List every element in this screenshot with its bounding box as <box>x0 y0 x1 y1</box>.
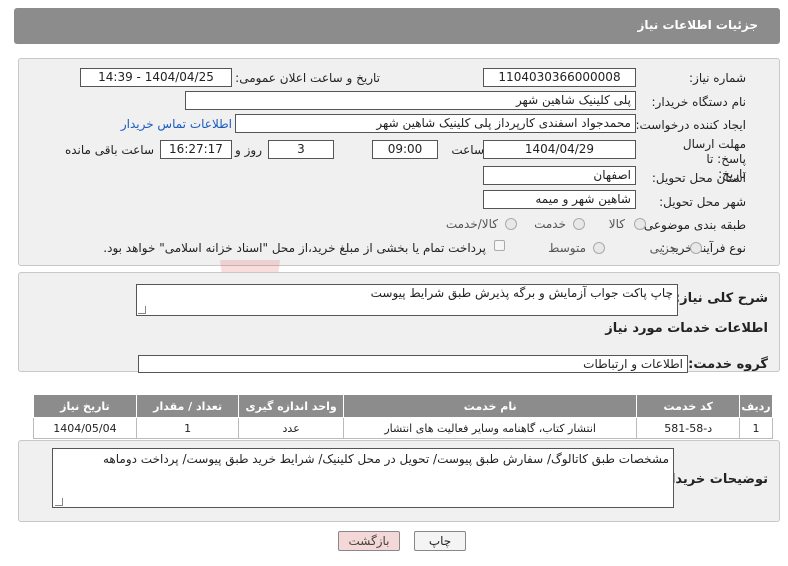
cell-unit: عدد <box>238 417 344 439</box>
creator-field[interactable]: محمدجواد اسفندی کارپرداز پلی کلینیک شاهی… <box>235 114 636 133</box>
buyer-org-label: نام دستگاه خریدار: <box>651 95 747 109</box>
treasury-payment-note: پرداخت تمام یا بخشی از مبلغ خرید،از محل … <box>103 241 486 255</box>
table-header-row: ردیف کد خدمت نام خدمت واحد اندازه گیری ت… <box>33 394 773 418</box>
category-radio-goods-service[interactable] <box>505 218 517 230</box>
announce-label: تاریخ و ساعت اعلان عمومی: <box>235 71 380 85</box>
need-number-label: شماره نیاز: <box>689 71 746 85</box>
col-unit: واحد اندازه گیری <box>238 394 344 418</box>
page-title: جزئیات اطلاعات نیاز <box>637 18 758 32</box>
col-service-name: نام خدمت <box>342 394 638 418</box>
category-radio-service[interactable] <box>573 218 585 230</box>
col-need-date: تاریخ نیاز <box>33 394 137 418</box>
remaining-label: ساعت باقی مانده <box>64 143 154 157</box>
process-radio-medium[interactable] <box>593 242 605 254</box>
col-service-code: کد خدمت <box>636 394 741 418</box>
process-medium-label: متوسط <box>548 241 586 255</box>
category-label: طبقه بندی موضوعی: <box>639 218 746 232</box>
category-service-label: خدمت <box>534 217 566 231</box>
buyer-notes-resize-grip[interactable] <box>55 498 63 506</box>
process-minor-label: جزیی <box>649 241 677 255</box>
cell-service-code: د-58-581 <box>636 417 741 439</box>
city-label: شهر محل تحویل: <box>659 195 746 209</box>
buyer-notes-textarea[interactable]: مشخصات طبق کاتالوگ/ سفارش طبق پیوست/ تحو… <box>52 448 674 508</box>
process-radio-minor[interactable] <box>690 242 702 254</box>
announce-datetime-field[interactable]: 1404/04/25 - 14:39 <box>80 68 232 87</box>
service-group-label: گروه خدمت: <box>688 357 768 372</box>
remaining-time-field[interactable]: 16:27:17 <box>160 140 232 159</box>
header-bar: جزئیات اطلاعات نیاز <box>14 8 780 44</box>
province-field[interactable]: اصفهان <box>483 166 636 185</box>
cell-need-date: 1404/05/04 <box>33 417 137 439</box>
table-row[interactable]: 1 د-58-581 انتشار کتاب، گاهنامه وسایر فع… <box>33 417 773 439</box>
print-button[interactable]: چاپ <box>414 531 466 551</box>
creator-label: ایجاد کننده درخواست: <box>635 118 746 132</box>
col-quantity: تعداد / مقدار <box>135 394 240 418</box>
need-number-field[interactable]: 1104030366000008 <box>483 68 636 87</box>
back-button[interactable]: بازگشت <box>338 531 400 551</box>
deadline-time-label: ساعت <box>451 143 484 157</box>
services-table: ردیف کد خدمت نام خدمت واحد اندازه گیری ت… <box>33 394 773 439</box>
summary-resize-grip[interactable] <box>138 306 146 314</box>
cell-quantity: 1 <box>135 417 240 439</box>
deadline-date-field[interactable]: 1404/04/29 <box>483 140 636 159</box>
category-goods-label: کالا <box>608 217 625 231</box>
province-label: استان محل تحویل: <box>651 171 746 185</box>
buyer-org-field[interactable]: پلی کلینیک شاهین شهر <box>185 91 636 110</box>
buyer-notes-label: توضیحات خریدار: <box>658 472 768 487</box>
deadline-time-field[interactable]: 09:00 <box>372 140 438 159</box>
service-group-field[interactable]: اطلاعات و ارتباطات <box>138 355 688 373</box>
remaining-days-field[interactable]: 3 <box>268 140 334 159</box>
services-section-title: اطلاعات خدمات مورد نیاز <box>605 321 768 336</box>
col-row-number: ردیف <box>739 394 773 418</box>
days-label: روز و <box>235 143 262 157</box>
category-goods-service-label: کالا/خدمت <box>445 217 498 231</box>
cell-row-number: 1 <box>739 417 773 439</box>
city-field[interactable]: شاهین شهر و میمه <box>483 190 636 209</box>
treasury-payment-checkbox[interactable] <box>494 240 505 251</box>
need-info-panel <box>18 58 780 266</box>
buyer-contact-link[interactable]: اطلاعات تماس خریدار <box>121 117 232 131</box>
summary-textarea[interactable]: چاپ پاکت جواب آزمایش و برگه پذیرش طبق شر… <box>136 284 678 316</box>
cell-service-name: انتشار کتاب، گاهنامه وسایر فعالیت های ان… <box>342 417 638 439</box>
category-radio-goods[interactable] <box>634 218 646 230</box>
summary-label: شرح کلی نیاز: <box>674 291 768 306</box>
